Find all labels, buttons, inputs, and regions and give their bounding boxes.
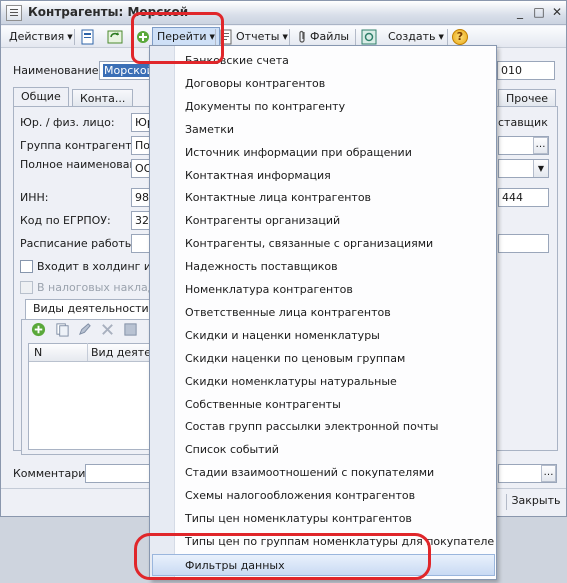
- chevron-down-icon: ▼: [67, 33, 73, 41]
- code-value: 010: [501, 64, 522, 77]
- menu-item[interactable]: Схемы налогообложения контрагентов: [176, 485, 495, 507]
- name-label: Наименование:: [13, 64, 103, 77]
- menu-item[interactable]: Контрагенты, связанные с организациями: [176, 233, 495, 255]
- menu-item[interactable]: Стадии взаимоотношений с покупателями: [176, 462, 495, 484]
- menu-item[interactable]: Скидки номенклатуры натуральные: [176, 371, 495, 393]
- actions-menu-button[interactable]: Действия ▼: [5, 28, 77, 46]
- menu-item[interactable]: Типы цен номенклатуры контрагентов: [176, 508, 495, 530]
- menu-item[interactable]: Контактные лица контрагентов: [176, 187, 495, 209]
- entity-type-label: Юр. / физ. лицо:: [20, 116, 115, 129]
- tab-activities-label: Виды деятельности: [33, 302, 149, 315]
- menu-item[interactable]: Скидки и наценки номенклатуры: [176, 325, 495, 347]
- goto-annotation: [131, 12, 224, 64]
- activities-table[interactable]: N Вид деятельн: [28, 343, 172, 450]
- tab-other-label: Прочее: [506, 92, 549, 105]
- menu-item[interactable]: Собственные контрагенты: [176, 394, 495, 416]
- chevron-down-icon: ▼: [438, 33, 444, 41]
- reports-label: Отчеты: [236, 30, 280, 43]
- supplier-label: ставщик: [498, 116, 548, 129]
- column-n: N: [34, 346, 43, 359]
- menu-item[interactable]: Договоры контрагентов: [176, 73, 495, 95]
- close-button[interactable]: Закрыть: [511, 492, 561, 512]
- create-menu-button[interactable]: Создать ▼: [384, 28, 448, 46]
- window-icon: [6, 5, 22, 21]
- tab-activities[interactable]: Виды деятельности: [25, 299, 157, 321]
- select-dots-button[interactable]: …: [533, 137, 548, 154]
- reports-menu-button[interactable]: Отчеты ▼: [232, 28, 292, 46]
- name-value: Морской: [103, 64, 150, 77]
- menu-item[interactable]: Список событий: [176, 439, 495, 461]
- copy-row-icon[interactable]: [55, 322, 70, 337]
- edrpou-label: Код по ЕГРПОУ:: [20, 214, 111, 227]
- save-row-icon[interactable]: [123, 322, 138, 337]
- toolbar-separator: [355, 29, 356, 45]
- comment-field[interactable]: [85, 464, 151, 483]
- schedule-field-right[interactable]: [498, 234, 549, 253]
- holding-checkbox[interactable]: [20, 260, 33, 273]
- group-field-right[interactable]: …: [498, 136, 549, 155]
- tax-invoice-checkbox[interactable]: [20, 281, 33, 294]
- inn-label: ИНН:: [20, 191, 49, 204]
- menu-item[interactable]: Надежность поставщиков: [176, 256, 495, 278]
- comment-dots-button[interactable]: …: [541, 465, 556, 482]
- filters-annotation: [134, 533, 431, 580]
- menu-icon-gutter: [150, 46, 175, 579]
- actions-label: Действия: [9, 30, 65, 43]
- maximize-icon[interactable]: □: [531, 4, 547, 20]
- inn-right-value: 444: [502, 191, 523, 204]
- goto-dropdown-menu: Банковские счета Договоры контрагентов Док…: [149, 45, 497, 580]
- schedule-label: Расписание работы:: [20, 237, 138, 250]
- edit-row-icon[interactable]: [77, 322, 92, 337]
- refresh-icon[interactable]: [107, 29, 123, 45]
- menu-item[interactable]: Ответственные лица контрагентов: [176, 302, 495, 324]
- add-row-icon[interactable]: [31, 322, 46, 337]
- files-label: Файлы: [310, 30, 350, 43]
- menu-item[interactable]: Состав групп рассылки электронной почты: [176, 416, 495, 438]
- menu-item[interactable]: Источник информации при обращении: [176, 142, 495, 164]
- close-icon[interactable]: ✕: [549, 4, 565, 20]
- footer-separator: [506, 494, 507, 510]
- toolbar-separator: [289, 29, 290, 45]
- toolbar-separator: [447, 29, 448, 45]
- toolbar-separator: [74, 29, 75, 45]
- activities-table-header: N Вид деятельн: [29, 343, 172, 362]
- kpp-field[interactable]: 444: [498, 188, 549, 207]
- minimize-icon[interactable]: _: [512, 4, 528, 20]
- menu-item[interactable]: Скидки наценки по ценовым группам: [176, 348, 495, 370]
- menu-item[interactable]: Контактная информация: [176, 165, 495, 187]
- menu-item[interactable]: Номенклатура контрагентов: [176, 279, 495, 301]
- chevron-down-icon[interactable]: ▼: [533, 160, 548, 177]
- menu-item[interactable]: Контрагенты организаций: [176, 210, 495, 232]
- title-bar: Контрагенты: Морской _ □ ✕: [1, 1, 566, 25]
- menu-item[interactable]: Документы по контрагенту: [176, 96, 495, 118]
- tab-general-label: Общие: [21, 90, 61, 103]
- create-based-on-icon[interactable]: [361, 29, 377, 45]
- comment-label: Комментарий:: [13, 467, 97, 480]
- menu-item[interactable]: Заметки: [176, 119, 495, 141]
- chevron-down-icon: ▼: [282, 33, 288, 41]
- help-icon[interactable]: ?: [452, 29, 468, 45]
- delete-row-icon[interactable]: [100, 322, 115, 337]
- full-name-field-right[interactable]: ▼: [498, 159, 549, 178]
- tab-contacts-label: Конта...: [80, 92, 126, 105]
- save-document-icon[interactable]: [80, 29, 96, 45]
- group-label: Группа контрагентов:: [20, 139, 149, 152]
- create-label: Создать: [388, 30, 436, 43]
- comment-field-right[interactable]: …: [498, 464, 557, 483]
- files-button[interactable]: Файлы: [306, 28, 353, 46]
- code-field[interactable]: 010: [497, 61, 555, 80]
